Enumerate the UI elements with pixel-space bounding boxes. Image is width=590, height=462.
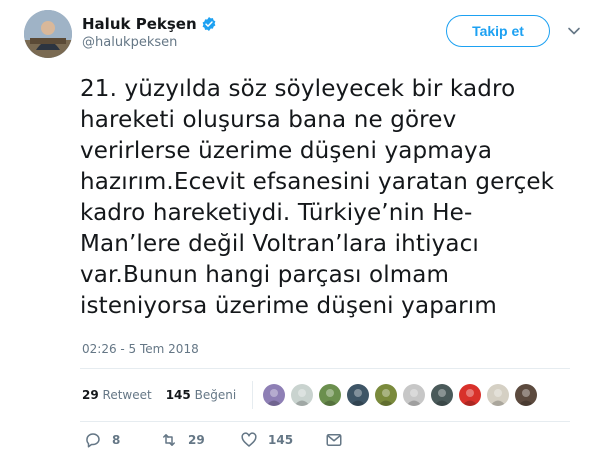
liker-avatar-image xyxy=(434,389,451,406)
display-name-row[interactable]: Haluk Pekşen xyxy=(82,15,217,33)
direct-message-action[interactable] xyxy=(325,431,343,449)
tweet-header: Haluk Pekşen @halukpeksen Takip et xyxy=(24,10,580,60)
divider xyxy=(80,421,570,422)
liker-avatars xyxy=(263,384,543,406)
follow-button[interactable]: Takip et xyxy=(446,15,550,47)
retweet-stat-label: Retweet xyxy=(102,388,152,402)
liker-avatar-7[interactable] xyxy=(431,384,454,406)
like-stat-label: Beğeni xyxy=(194,388,237,402)
liker-avatar-4[interactable] xyxy=(347,384,370,406)
tweet-text: 21. yüzyılda söz söyleyecek bir kadro ha… xyxy=(80,76,555,319)
user-names: Haluk Pekşen @halukpeksen xyxy=(82,15,217,50)
liker-avatar-image xyxy=(462,389,479,406)
reply-count: 8 xyxy=(112,433,121,447)
liker-avatar-2[interactable] xyxy=(291,384,314,406)
retweet-stat-count: 29 xyxy=(82,388,99,402)
liker-avatar-8[interactable] xyxy=(459,384,482,406)
liker-avatar-image xyxy=(378,389,395,406)
reply-action[interactable]: 8 xyxy=(84,431,160,449)
like-stat-count: 145 xyxy=(165,388,191,402)
user-handle[interactable]: @halukpeksen xyxy=(82,35,217,50)
envelope-icon xyxy=(326,434,342,446)
reply-icon xyxy=(86,433,100,448)
tweet-actions: 8 29 145 xyxy=(84,431,343,449)
retweet-stat[interactable]: 29 Retweet xyxy=(82,388,152,402)
heart-icon xyxy=(241,432,257,447)
liker-avatar-10[interactable] xyxy=(515,384,538,406)
liker-avatar-9[interactable] xyxy=(487,384,510,406)
liker-avatar-image xyxy=(406,389,423,406)
liker-avatar-6[interactable] xyxy=(403,384,426,406)
chevron-down-icon[interactable] xyxy=(567,24,581,38)
display-name[interactable]: Haluk Pekşen xyxy=(82,15,197,33)
liker-avatar-5[interactable] xyxy=(375,384,398,406)
avatar-image xyxy=(24,10,72,58)
divider xyxy=(80,368,570,369)
liker-avatar-3[interactable] xyxy=(319,384,342,406)
tweet-timestamp[interactable]: 02:26 - 5 Tem 2018 xyxy=(82,342,199,356)
liker-avatar-image xyxy=(322,389,339,406)
verified-badge-icon xyxy=(202,17,216,31)
liker-avatar-image xyxy=(266,389,283,406)
retweet-action[interactable]: 29 xyxy=(160,431,240,449)
tweet-stats: 29 Retweet 145 Beğeni xyxy=(82,381,543,409)
like-stat[interactable]: 145 Beğeni xyxy=(166,388,236,402)
liker-avatar-image xyxy=(518,389,535,406)
liker-avatar-1[interactable] xyxy=(263,384,286,406)
liker-avatar-image xyxy=(490,389,507,406)
avatar[interactable] xyxy=(24,10,72,58)
liker-avatar-image xyxy=(350,389,367,406)
like-action[interactable]: 145 xyxy=(240,431,325,449)
retweet-count: 29 xyxy=(188,433,205,447)
like-count: 145 xyxy=(268,433,294,447)
retweet-icon xyxy=(163,434,175,446)
stats-divider xyxy=(252,381,254,409)
liker-avatar-image xyxy=(294,389,311,406)
